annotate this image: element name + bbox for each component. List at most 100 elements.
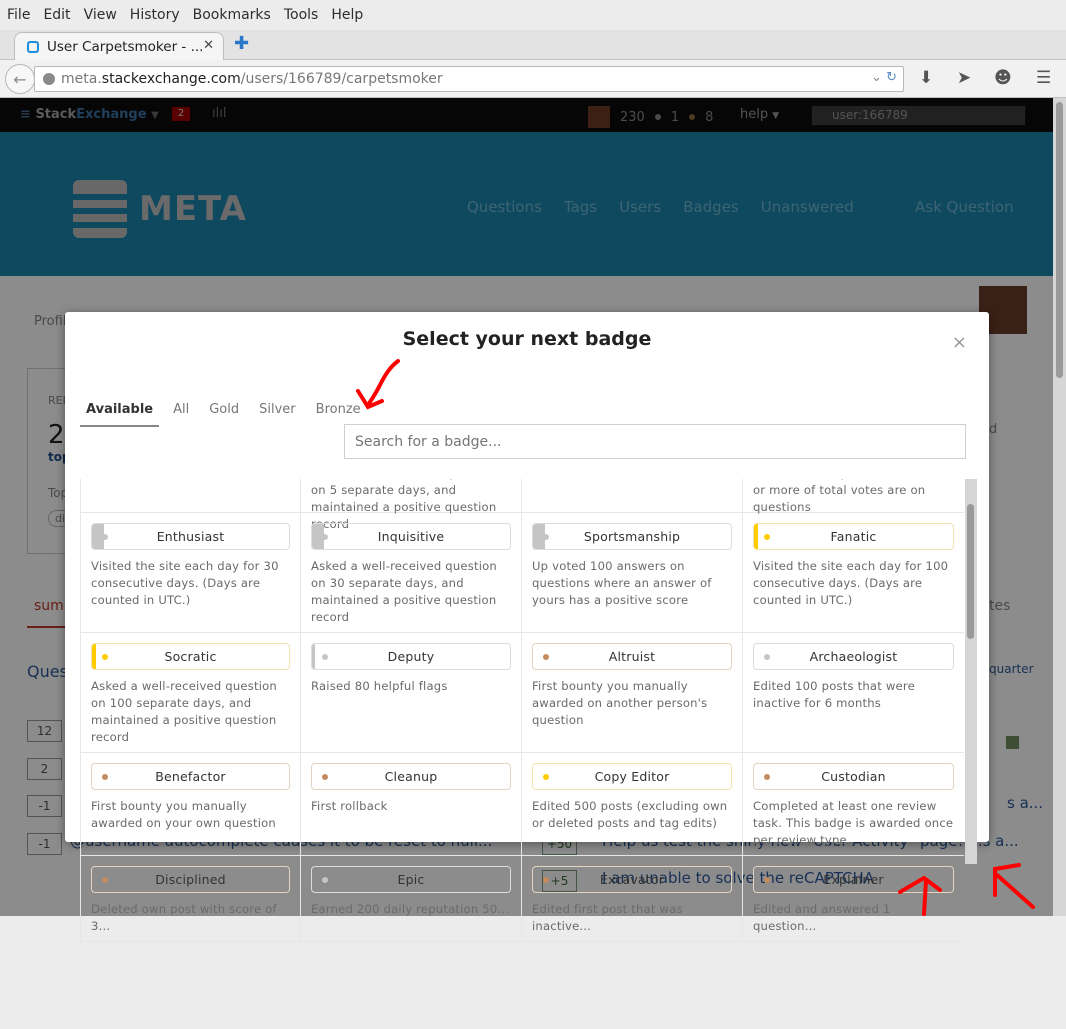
badge-button[interactable]: Archaeologist bbox=[753, 643, 954, 670]
bronze-badge-icon bbox=[543, 877, 549, 883]
badge-description: Left 10 comments bbox=[91, 479, 290, 482]
badge-name: Socratic bbox=[164, 649, 217, 664]
bronze-badge-icon bbox=[322, 774, 328, 780]
badge-cell: Copy Editor Edited 500 posts (excluding o… bbox=[522, 753, 743, 855]
badge-description: Voted 300 or more times bbox=[532, 479, 732, 482]
badge-list-scroll-thumb[interactable] bbox=[967, 504, 974, 639]
menu-help[interactable]: Help bbox=[331, 7, 363, 23]
badge-name: Enthusiast bbox=[156, 529, 225, 544]
badge-name: Disciplined bbox=[155, 872, 226, 887]
badge-button[interactable]: Fanatic bbox=[753, 523, 954, 550]
silver-badge-icon bbox=[764, 654, 770, 660]
badge-cell: Epic Earned 200 daily reputation 50... bbox=[301, 856, 522, 941]
bronze-badge-icon bbox=[764, 774, 770, 780]
badge-description: Edited first post that was inactive... bbox=[532, 902, 683, 933]
gold-badge-icon bbox=[102, 654, 108, 660]
menu-file[interactable]: File bbox=[7, 7, 30, 23]
gold-badge-icon bbox=[764, 534, 770, 540]
tab-all[interactable]: All bbox=[167, 400, 195, 427]
badge-description: Raised 80 helpful flags bbox=[311, 679, 448, 693]
badge-cell: Custodian Completed at least one review t… bbox=[743, 753, 964, 855]
bronze-badge-icon bbox=[102, 877, 108, 883]
silver-badge-icon bbox=[102, 534, 108, 540]
badge-cell: Sportsmanship Up voted 100 answers on que… bbox=[522, 513, 743, 632]
menu-tools[interactable]: Tools bbox=[284, 7, 319, 23]
badge-description: Edited 100 posts that were inactive for … bbox=[753, 679, 915, 710]
reload-icon[interactable]: ↻ bbox=[886, 70, 897, 85]
badge-button[interactable]: Altruist bbox=[532, 643, 732, 670]
badge-name: Benefactor bbox=[155, 769, 226, 784]
close-icon[interactable]: × bbox=[952, 332, 967, 353]
page-scrollbar[interactable] bbox=[1053, 98, 1066, 916]
bronze-badge-icon bbox=[764, 877, 770, 883]
badge-button[interactable]: Enthusiast bbox=[91, 523, 290, 550]
badge-list: Left 10 comments Asked a well-received qu… bbox=[80, 479, 979, 1029]
menu-view[interactable]: View bbox=[84, 7, 117, 23]
badge-description: First bounty you manually awarded on you… bbox=[91, 799, 276, 830]
badge-row: Enthusiast Visited the site each day for … bbox=[80, 513, 964, 633]
badge-row: Disciplined Deleted own post with score o… bbox=[80, 856, 964, 942]
dropdown-icon[interactable]: ⌄ bbox=[871, 70, 882, 85]
badge-description: First rollback bbox=[311, 799, 388, 813]
badge-cell: Voted on 600 questions and 25% or more o… bbox=[743, 479, 964, 514]
badge-name: Copy Editor bbox=[594, 769, 670, 784]
url-prefix: meta. bbox=[61, 71, 102, 87]
site-favicon-icon bbox=[27, 40, 39, 53]
badge-list-scrollbar[interactable] bbox=[965, 479, 977, 864]
download-icon[interactable]: ⬇ bbox=[919, 68, 933, 88]
badge-search-input[interactable] bbox=[344, 424, 966, 459]
badge-button[interactable]: Inquisitive bbox=[311, 523, 511, 550]
badge-cell: Excavator Edited first post that was inac… bbox=[522, 856, 743, 941]
menu-history[interactable]: History bbox=[130, 7, 180, 23]
badge-name: Altruist bbox=[608, 649, 656, 664]
badge-name: Cleanup bbox=[384, 769, 438, 784]
badge-button[interactable]: Custodian bbox=[753, 763, 954, 790]
badge-button[interactable]: Cleanup bbox=[311, 763, 511, 790]
page-scroll-thumb[interactable] bbox=[1056, 102, 1063, 378]
badge-name: Sportsmanship bbox=[583, 529, 681, 544]
badge-description: First bounty you manually awarded on ano… bbox=[532, 679, 708, 727]
browser-tab[interactable]: User Carpetsmoker - ... ✕ bbox=[14, 32, 224, 60]
badge-description: Voted on 600 questions and 25% or more o… bbox=[753, 479, 951, 514]
badge-description: Visited the site each day for 100 consec… bbox=[753, 559, 949, 607]
progress-bar bbox=[754, 524, 758, 549]
badge-button[interactable]: Copy Editor bbox=[532, 763, 732, 790]
badge-cell: Inquisitive Asked a well-received questio… bbox=[301, 513, 522, 632]
url-bar[interactable]: meta. stackexchange.com/users/166789/carp… bbox=[34, 66, 904, 92]
send-icon[interactable]: ➤ bbox=[957, 68, 971, 88]
tab-available[interactable]: Available bbox=[80, 400, 160, 427]
badge-cell: Benefactor First bounty you manually awar… bbox=[80, 753, 301, 855]
annotation-arrow bbox=[993, 863, 1035, 909]
badge-grid: Left 10 comments Asked a well-received qu… bbox=[80, 479, 964, 942]
globe-icon bbox=[43, 73, 55, 85]
chat-icon[interactable]: ☻ bbox=[994, 68, 1012, 88]
back-button[interactable]: ← bbox=[5, 64, 35, 94]
badge-name: Inquisitive bbox=[377, 529, 445, 544]
url-path: /users/166789/carpetsmoker bbox=[240, 71, 443, 87]
close-tab-icon[interactable]: ✕ bbox=[203, 38, 214, 53]
badge-button[interactable]: Disciplined bbox=[91, 866, 290, 893]
tab-silver[interactable]: Silver bbox=[253, 400, 302, 427]
badge-description: Earned 200 daily reputation 50... bbox=[311, 902, 510, 916]
new-tab-icon[interactable]: ✚ bbox=[234, 33, 249, 54]
menu-edit[interactable]: Edit bbox=[43, 7, 70, 23]
badge-button[interactable]: Deputy bbox=[311, 643, 511, 670]
silver-badge-icon bbox=[543, 534, 549, 540]
badge-description: Deleted own post with score of 3... bbox=[91, 902, 277, 933]
badge-cell: Altruist First bounty you manually awarde… bbox=[522, 633, 743, 752]
badge-button[interactable]: Epic bbox=[311, 866, 511, 893]
badge-name: Excavator bbox=[599, 872, 665, 887]
annotation-arrow bbox=[898, 875, 942, 916]
badge-button[interactable]: Excavator bbox=[532, 866, 732, 893]
menu-bookmarks[interactable]: Bookmarks bbox=[193, 7, 271, 23]
badge-button[interactable]: Sportsmanship bbox=[532, 523, 732, 550]
badge-cell: Archaeologist Edited 100 posts that were … bbox=[743, 633, 964, 752]
badge-button[interactable]: Benefactor bbox=[91, 763, 290, 790]
badge-cell: Enthusiast Visited the site each day for … bbox=[80, 513, 301, 632]
modal-title: Select your next badge bbox=[402, 328, 652, 350]
annotation-arrow bbox=[356, 359, 400, 410]
hamburger-menu-icon[interactable]: ☰ bbox=[1036, 68, 1051, 88]
menu-bar: File Edit View History Bookmarks Tools H… bbox=[0, 0, 1066, 30]
badge-button[interactable]: Socratic bbox=[91, 643, 290, 670]
tab-gold[interactable]: Gold bbox=[203, 400, 245, 427]
